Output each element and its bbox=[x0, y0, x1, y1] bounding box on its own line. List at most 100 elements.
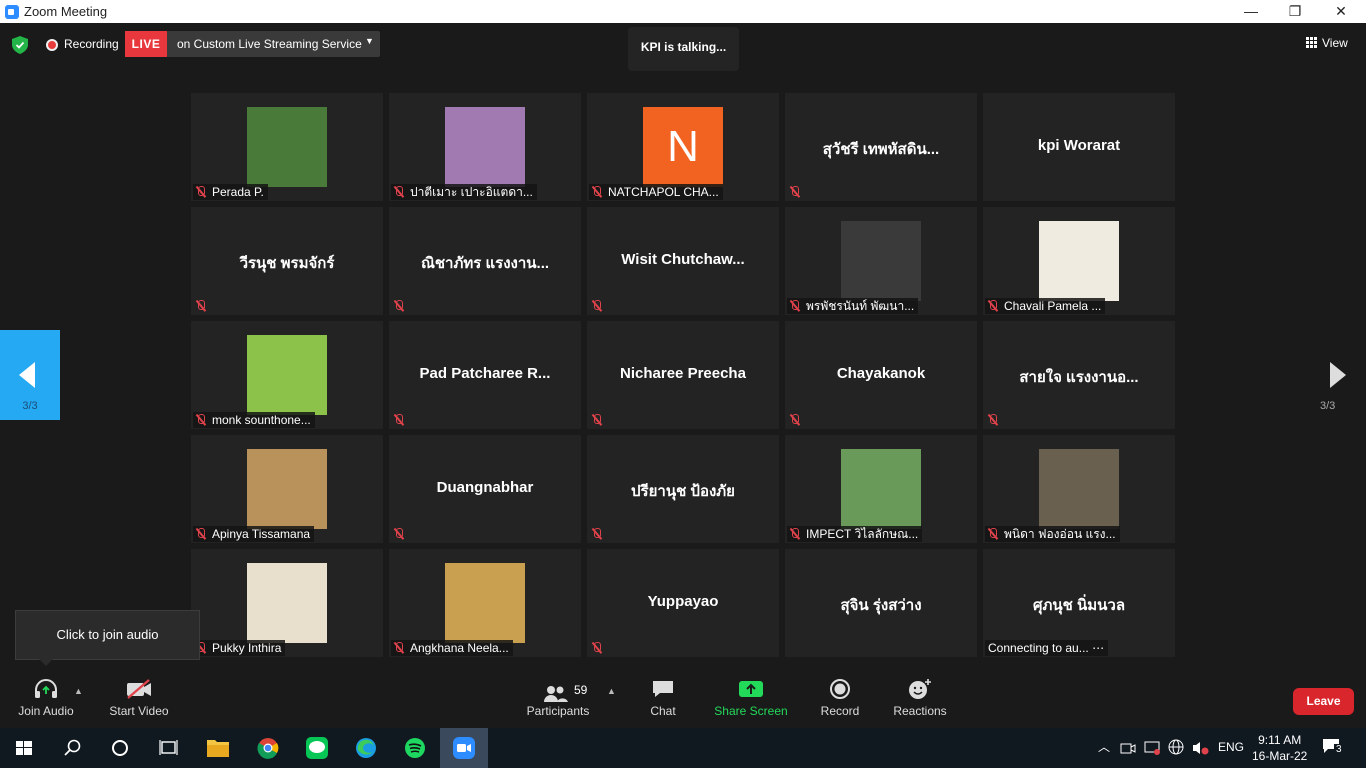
participant-name-label: Pukky Inthira bbox=[193, 640, 286, 656]
taskbar-zoom[interactable] bbox=[440, 728, 488, 768]
participant-label-text: Apinya Tissamana bbox=[212, 527, 311, 541]
participant-mic-status bbox=[391, 298, 414, 314]
live-stream-indicator[interactable]: LIVE on Custom Live Streaming Service ▼ bbox=[125, 31, 380, 57]
close-window-button[interactable]: ✕ bbox=[1318, 0, 1364, 23]
mic-muted-icon bbox=[394, 642, 404, 654]
live-badge: LIVE bbox=[125, 31, 167, 57]
live-stream-service: on Custom Live Streaming Service bbox=[177, 37, 362, 51]
join-audio-label: Join Audio bbox=[18, 704, 74, 718]
page-counter-left: 3/3 bbox=[22, 400, 38, 412]
input-language[interactable]: ENG bbox=[1218, 740, 1244, 754]
leave-button[interactable]: Leave bbox=[1293, 688, 1354, 715]
participant-tile[interactable]: Nicharee Preecha bbox=[587, 321, 779, 429]
participant-tile[interactable]: ปรียานุช ป้องภัย bbox=[587, 435, 779, 543]
record-label: Record bbox=[820, 704, 860, 718]
participant-tile[interactable]: monk sounthone... bbox=[191, 321, 383, 429]
mic-muted-icon bbox=[592, 186, 602, 198]
next-page-button[interactable]: 3/3 bbox=[1320, 360, 1350, 415]
webcam-icon[interactable] bbox=[1120, 741, 1136, 755]
taskbar-chrome[interactable] bbox=[244, 728, 292, 768]
participant-tile[interactable]: Pukky Inthira bbox=[191, 549, 383, 657]
participant-tile[interactable]: kpi Worarat bbox=[983, 93, 1175, 201]
participant-tile[interactable]: ศุภนุช นิ่มนวล Connecting to au... ⋯ bbox=[983, 549, 1175, 657]
join-audio-tooltip: Click to join audio bbox=[15, 610, 200, 666]
participant-mic-status bbox=[391, 526, 414, 542]
participant-tile[interactable]: Pad Patcharee R... bbox=[389, 321, 581, 429]
taskbar-line[interactable] bbox=[293, 728, 341, 768]
participant-tile[interactable]: พนิดา ฟองอ่อน แรง... bbox=[983, 435, 1175, 543]
cortana-button[interactable] bbox=[96, 728, 144, 768]
participant-tile[interactable]: สายใจ แรงงานอ... bbox=[983, 321, 1175, 429]
recording-label[interactable]: Recording bbox=[64, 37, 119, 51]
system-clock[interactable]: 9:11 AM 16-Mar-22 bbox=[1252, 732, 1307, 764]
participant-video bbox=[1039, 449, 1119, 529]
task-view-button[interactable] bbox=[144, 728, 192, 768]
participant-tile[interactable]: พรพัชรนันท์ พัฒนา... bbox=[785, 207, 977, 315]
encryption-shield-icon[interactable] bbox=[12, 36, 28, 54]
start-button[interactable] bbox=[0, 728, 48, 768]
window-titlebar: Zoom Meeting — ❐ ✕ bbox=[0, 0, 1366, 23]
share-screen-button[interactable]: Share Screen bbox=[713, 678, 789, 724]
join-audio-button[interactable]: Join Audio bbox=[14, 678, 78, 724]
windows-logo-icon bbox=[16, 741, 32, 755]
participants-options-caret-icon[interactable]: ▲ bbox=[607, 686, 616, 696]
start-video-button[interactable]: Start Video bbox=[104, 678, 174, 724]
participant-label-text: พรพัชรนันท์ พัฒนา... bbox=[806, 299, 915, 313]
participant-tile[interactable]: N NATCHAPOL CHA... bbox=[587, 93, 779, 201]
participant-name: ปรียานุช ป้องภัย bbox=[631, 483, 735, 500]
participant-tile[interactable]: Chavali Pamela ... bbox=[983, 207, 1175, 315]
taskbar-edge[interactable] bbox=[342, 728, 390, 768]
participant-name: Pad Patcharee R... bbox=[419, 365, 551, 382]
record-button[interactable]: Record bbox=[815, 678, 865, 724]
participant-name: สายใจ แรงงานอ... bbox=[1019, 369, 1139, 386]
mic-muted-icon bbox=[196, 300, 206, 312]
participant-tile[interactable]: Wisit Chutchaw... bbox=[587, 207, 779, 315]
speaker-muted-icon[interactable] bbox=[1191, 740, 1209, 756]
clock-time: 9:11 AM bbox=[1258, 733, 1302, 747]
mic-muted-icon bbox=[196, 414, 206, 426]
taskbar-spotify[interactable] bbox=[391, 728, 439, 768]
taskbar-file-explorer[interactable] bbox=[194, 728, 242, 768]
network-alert-icon[interactable] bbox=[1144, 740, 1162, 756]
participant-tile[interactable]: วีรนุช พรมจักร์ bbox=[191, 207, 383, 315]
action-center-button[interactable]: 3 bbox=[1322, 738, 1344, 758]
headphones-icon bbox=[35, 679, 57, 698]
show-hidden-icons-icon[interactable]: ︿ bbox=[1098, 738, 1110, 755]
taskbar-search-button[interactable] bbox=[48, 728, 96, 768]
chevron-down-icon[interactable]: ▼ bbox=[365, 36, 374, 46]
mic-muted-icon bbox=[790, 300, 800, 312]
audio-options-caret-icon[interactable]: ▲ bbox=[74, 686, 83, 696]
chrome-icon bbox=[257, 738, 279, 759]
participants-button[interactable]: 59 Participants bbox=[525, 678, 591, 724]
restore-button[interactable]: ❐ bbox=[1272, 0, 1318, 23]
participant-tile[interactable]: IMPECT วิไลลักษณ... bbox=[785, 435, 977, 543]
participant-name: Chayakanok bbox=[836, 365, 926, 382]
participant-name-label: Chavali Pamela ... bbox=[985, 298, 1106, 314]
arrow-left-icon bbox=[19, 362, 35, 388]
participant-label-text: ปาตีเมาะ เปาะอิแตดา... bbox=[410, 185, 533, 199]
previous-page-button[interactable]: 3/3 bbox=[0, 330, 60, 420]
participant-tile[interactable]: Yuppayao bbox=[587, 549, 779, 657]
globe-icon[interactable] bbox=[1168, 739, 1184, 755]
participant-tile[interactable]: Angkhana Neela... bbox=[389, 549, 581, 657]
participant-tile[interactable]: Perada P. bbox=[191, 93, 383, 201]
participant-tile[interactable]: Apinya Tissamana bbox=[191, 435, 383, 543]
connection-status: Connecting to au... ⋯ bbox=[985, 640, 1109, 656]
participant-tile[interactable]: Duangnabhar bbox=[389, 435, 581, 543]
participant-label-text: Pukky Inthira bbox=[212, 641, 282, 655]
participants-icon bbox=[544, 686, 568, 702]
participant-tile[interactable]: สุวัชรี เทพหัสดิน... bbox=[785, 93, 977, 201]
participant-name: kpi Worarat bbox=[1037, 137, 1121, 154]
chat-button[interactable]: Chat bbox=[643, 678, 683, 724]
reactions-button[interactable]: Reactions bbox=[892, 678, 948, 724]
participant-tile[interactable]: ปาตีเมาะ เปาะอิแตดา... bbox=[389, 93, 581, 201]
mic-muted-icon bbox=[592, 300, 602, 312]
participant-tile[interactable]: Chayakanok bbox=[785, 321, 977, 429]
folder-icon bbox=[207, 740, 229, 757]
minimize-button[interactable]: — bbox=[1228, 0, 1274, 23]
participant-tile[interactable]: ณิชาภัทร แรงงาน... bbox=[389, 207, 581, 315]
participant-tile[interactable]: สุจิน รุ่งสว่าง bbox=[785, 549, 977, 657]
participant-video bbox=[841, 449, 921, 529]
view-button[interactable]: View bbox=[1306, 36, 1348, 50]
participant-label-text: NATCHAPOL CHA... bbox=[608, 185, 719, 199]
